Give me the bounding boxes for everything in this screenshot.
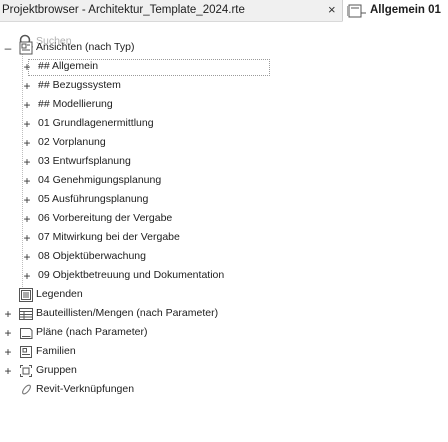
link-icon	[20, 383, 33, 401]
close-icon[interactable]: ×	[328, 3, 336, 17]
collapse-icon[interactable]: –	[4, 41, 12, 55]
tree-node-label: ## Bezugssystem	[38, 79, 121, 91]
expand-icon[interactable]: +	[23, 250, 31, 264]
tree-node-view-group[interactable]: + 01 Grundlagenermittlung	[0, 114, 448, 134]
view-tab-label: Allgemein 01	[370, 4, 441, 16]
tree-node-view-group[interactable]: + 06 Vorbereitung der Vergabe	[0, 209, 448, 229]
tree-node-view-group[interactable]: + 09 Objektbetreuung und Dokumentation	[0, 266, 448, 286]
expand-icon[interactable]: +	[23, 60, 31, 74]
expand-icon[interactable]: +	[4, 364, 12, 378]
tree-node-view-group[interactable]: + 07 Mitwirkung bei der Vergabe	[0, 228, 448, 248]
expand-icon[interactable]: +	[23, 79, 31, 93]
tree-node-label: Bauteillisten/Mengen (nach Parameter)	[36, 307, 219, 319]
expand-icon[interactable]: +	[4, 307, 12, 321]
tree-node-label: 01 Grundlagenermittlung	[38, 117, 154, 129]
expand-icon[interactable]: +	[23, 155, 31, 169]
expand-icon[interactable]: +	[4, 345, 12, 359]
tree-node-label: Legenden	[36, 288, 83, 300]
tree-node-views[interactable]: – Ansichten (nach Typ)	[0, 38, 448, 58]
tree-node-label: 05 Ausführungsplanung	[38, 193, 149, 205]
expand-icon[interactable]: +	[23, 212, 31, 226]
tree-node-view-group[interactable]: + 04 Genehmigungsplanung	[0, 171, 448, 191]
tree-node-schedules[interactable]: + Bauteillisten/Mengen (nach Parameter)	[0, 304, 448, 324]
tree-node-view-group[interactable]: + 03 Entwurfsplanung	[0, 152, 448, 172]
tree-node-label: ## Modellierung	[38, 98, 113, 110]
tree-node-revit-links[interactable]: Revit-Verknüpfungen	[0, 380, 448, 400]
expand-icon[interactable]: +	[23, 98, 31, 112]
expand-icon[interactable]: +	[23, 193, 31, 207]
tree-node-families[interactable]: + Familien	[0, 342, 448, 362]
window-title: Projektbrowser - Architektur_Template_20…	[2, 4, 245, 16]
expand-icon[interactable]: +	[23, 174, 31, 188]
expand-icon[interactable]: +	[23, 231, 31, 245]
tree-node-label: Gruppen	[36, 364, 77, 376]
tree-node-legends[interactable]: Legenden	[0, 285, 448, 305]
tree-node-view-group[interactable]: + ## Bezugssystem	[0, 76, 448, 96]
tree-node-label: 07 Mitwirkung bei der Vergabe	[38, 231, 180, 243]
tree-node-label: ## Allgemein	[38, 60, 99, 72]
tree-node-label: Pläne (nach Parameter)	[36, 326, 148, 338]
expand-icon[interactable]: +	[23, 269, 31, 283]
tree-node-view-group[interactable]: + 08 Objektüberwachung	[0, 247, 448, 267]
tree-node-label: 08 Objektüberwachung	[38, 250, 146, 262]
expand-icon[interactable]: +	[23, 117, 31, 131]
tree-node-label: 06 Vorbereitung der Vergabe	[38, 212, 173, 224]
tree-node-label: 02 Vorplanung	[38, 136, 106, 148]
tree-node-view-group[interactable]: + ## Modellierung	[0, 95, 448, 115]
tree-node-label: Revit-Verknüpfungen	[36, 383, 135, 395]
tree-node-label: 09 Objektbetreuung und Dokumentation	[38, 269, 225, 281]
tree-node-groups[interactable]: + Gruppen	[0, 361, 448, 381]
title-bar: Projektbrowser - Architektur_Template_20…	[0, 0, 448, 22]
expand-icon[interactable]: +	[4, 326, 12, 340]
tree-node-view-group[interactable]: + ## Allgemein	[0, 57, 448, 77]
tab-allgemein-01[interactable]: Allgemein 01	[342, 0, 448, 22]
expand-icon[interactable]: +	[23, 136, 31, 150]
tree-node-label: 04 Genehmigungsplanung	[38, 174, 162, 186]
tree-node-view-group[interactable]: + 02 Vorplanung	[0, 133, 448, 153]
tree-node-label: 03 Entwurfsplanung	[38, 155, 131, 167]
tree-node-view-group[interactable]: + 05 Ausführungsplanung	[0, 190, 448, 210]
view-tab-icon	[346, 4, 367, 23]
tree-node-label: Ansichten (nach Typ)	[36, 41, 135, 53]
tree-node-sheets[interactable]: + Pläne (nach Parameter)	[0, 323, 448, 343]
tree-node-label: Familien	[36, 345, 76, 357]
